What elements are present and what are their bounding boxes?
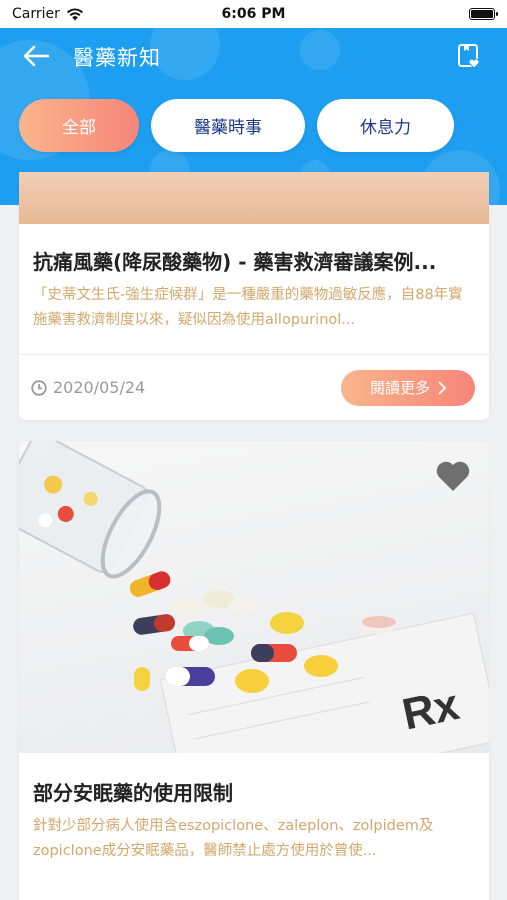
bookmark-heart-icon (458, 44, 480, 69)
status-bar: Carrier 6:06 PM (0, 0, 507, 28)
date-text: 2020/05/24 (53, 378, 146, 397)
category-tabs: 全部 醫藥時事 休息力 (19, 99, 454, 152)
carrier-label: Carrier (12, 6, 60, 22)
heart-icon[interactable] (435, 459, 471, 493)
article-card[interactable]: Rx 部分安眠藥的使用限制 針對少部分病人使用含eszopiclone、zale… (19, 441, 489, 900)
battery-icon (469, 8, 498, 20)
article-description: 「史蒂文生氏-強生症候群」是一種嚴重的藥物過敏反應，自88年實施藥害救濟制度以來… (33, 287, 463, 328)
tab-rest[interactable]: 休息力 (317, 99, 454, 152)
article-image: Rx (19, 441, 489, 753)
read-more-button[interactable]: 閱讀更多 (341, 369, 475, 406)
navbar: 醫藥新知 (0, 28, 507, 84)
clock-icon (31, 379, 47, 396)
wifi-icon (66, 7, 83, 20)
article-description: 針對少部分病人使用含eszopiclone、zaleplon、zolpidem及… (33, 818, 434, 859)
card-footer: 2020/05/24 閱讀更多 (19, 354, 489, 420)
back-button[interactable] (20, 40, 52, 72)
article-title: 部分安眠藥的使用限制 (33, 781, 233, 805)
chevron-right-icon (438, 380, 446, 395)
favorites-button[interactable] (453, 40, 485, 72)
tab-all[interactable]: 全部 (19, 99, 139, 152)
page-title: 醫藥新知 (73, 46, 161, 70)
pills-photo: Rx (19, 441, 489, 753)
article-card[interactable]: 抗痛風藥(降尿酸藥物) - 藥害救濟審議案例... 「史蒂文生氏-強生症候群」是… (19, 172, 489, 420)
article-title: 抗痛風藥(降尿酸藥物) - 藥害救濟審議案例... (33, 250, 437, 274)
arrow-left-icon (23, 45, 50, 67)
read-more-label: 閱讀更多 (369, 379, 430, 397)
article-date: 2020/05/24 (31, 378, 145, 397)
tab-medical-news[interactable]: 醫藥時事 (151, 99, 305, 152)
article-image (19, 172, 489, 224)
article-list: 抗痛風藥(降尿酸藥物) - 藥害救濟審議案例... 「史蒂文生氏-強生症候群」是… (0, 172, 507, 900)
